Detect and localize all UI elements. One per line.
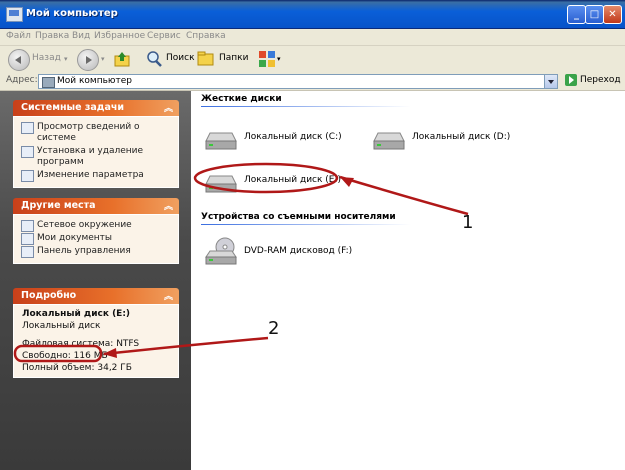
arrow-2 <box>103 336 269 356</box>
annotation-number-2: 2 <box>268 318 280 339</box>
annotation-number-1: 1 <box>462 212 474 233</box>
arrow-1 <box>339 175 469 216</box>
highlight-ellipse-drive-e <box>193 162 339 194</box>
highlight-free-space <box>13 344 103 363</box>
annotation-overlay <box>13 162 469 363</box>
explorer-window: Мой компьютер _ □ ✕ Файл Правка Вид Избр… <box>0 0 625 470</box>
arrow-1-head <box>340 177 354 187</box>
